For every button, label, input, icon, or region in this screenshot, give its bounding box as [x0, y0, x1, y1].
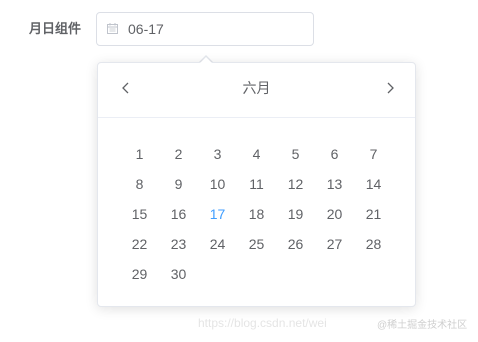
date-input[interactable]: 06-17: [96, 12, 314, 46]
day-cell-26[interactable]: 26: [276, 229, 315, 259]
week-row: 8 9 10 11 12 13 14: [120, 169, 393, 199]
form-item-label: 月日组件: [29, 22, 82, 37]
day-cell-6[interactable]: 6: [315, 139, 354, 169]
watermark-brand: @稀土掘金技术社区: [377, 320, 468, 331]
day-cell-20[interactable]: 20: [315, 199, 354, 229]
day-cell-19[interactable]: 19: [276, 199, 315, 229]
chevron-right-icon[interactable]: [382, 80, 398, 96]
day-cell-5[interactable]: 5: [276, 139, 315, 169]
day-cell-15[interactable]: 15: [120, 199, 159, 229]
picker-header: 六月: [98, 63, 415, 118]
day-cell-18[interactable]: 18: [237, 199, 276, 229]
day-cell-12[interactable]: 12: [276, 169, 315, 199]
day-cell-14[interactable]: 14: [354, 169, 393, 199]
month-title: 六月: [242, 81, 271, 97]
day-cell-22[interactable]: 22: [120, 229, 159, 259]
week-row: 22 23 24 25 26 27 28: [120, 229, 393, 259]
day-cell-30[interactable]: 30: [159, 259, 198, 289]
day-cell-9[interactable]: 9: [159, 169, 198, 199]
day-cell-7[interactable]: 7: [354, 139, 393, 169]
day-cell-24[interactable]: 24: [198, 229, 237, 259]
week-row: 15 16 17 18 19 20 21: [120, 199, 393, 229]
day-cell-8[interactable]: 8: [120, 169, 159, 199]
day-cell-3[interactable]: 3: [198, 139, 237, 169]
day-cell-25[interactable]: 25: [237, 229, 276, 259]
day-cell-1[interactable]: 1: [120, 139, 159, 169]
day-cell-17[interactable]: 17: [198, 199, 237, 229]
day-cell-11[interactable]: 11: [237, 169, 276, 199]
day-cell-10[interactable]: 10: [198, 169, 237, 199]
week-row: 1234567: [120, 139, 393, 169]
day-cell-23[interactable]: 23: [159, 229, 198, 259]
day-cell-29[interactable]: 29: [120, 259, 159, 289]
day-cell-21[interactable]: 21: [354, 199, 393, 229]
date-input-value[interactable]: 06-17: [128, 13, 164, 45]
day-cell-13[interactable]: 13: [315, 169, 354, 199]
day-grid: 1 2 3 4 5 6 7 8 9 10 11 12 13 14 15 16 17 18 19 20 21 22 23 24 2…: [120, 139, 393, 289]
calendar-icon: [107, 23, 118, 34]
watermark-url: https://blog.csdn.net/wei: [198, 316, 327, 330]
day-cell-27[interactable]: 27: [315, 229, 354, 259]
day-cell-28[interactable]: 28: [354, 229, 393, 259]
date-picker-panel: 六月 1 2 3 4 5 6 7 8 9 10 11 12 13 14 15 16 17 18 19 20 21 22 23…: [97, 57, 416, 307]
day-cell-4[interactable]: 4: [237, 139, 276, 169]
day-cell-16[interactable]: 16: [159, 199, 198, 229]
day-cell-2[interactable]: 2: [159, 139, 198, 169]
watermark: https://blog.csdn.net/wei @稀土掘金技术社区: [198, 316, 467, 331]
week-row: 29 30: [120, 259, 393, 289]
